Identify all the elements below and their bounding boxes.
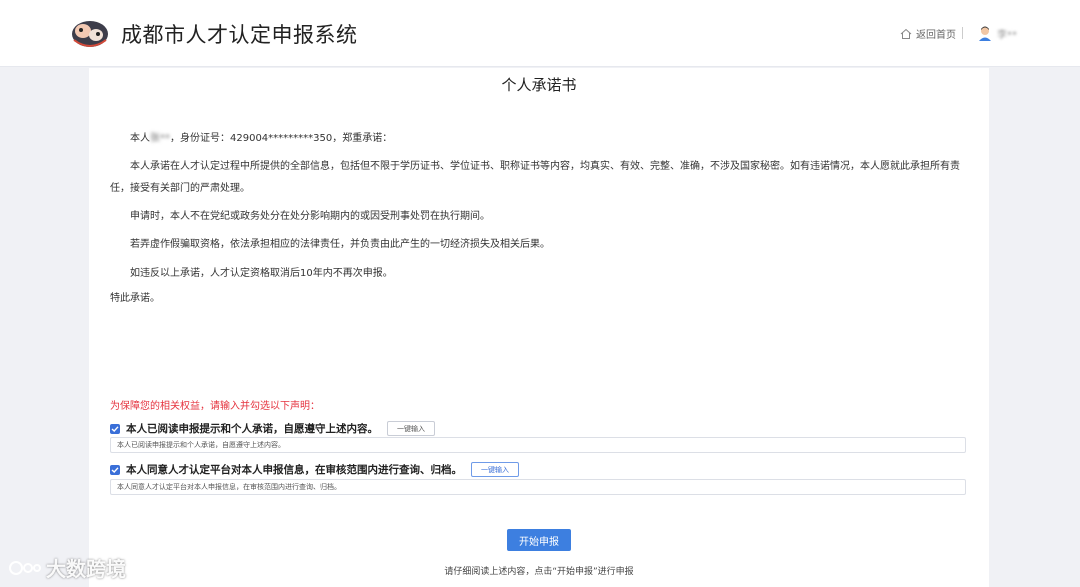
declaration-label-1: 本人已阅读申报提示和个人承诺，自愿遵守上述内容。 [126, 423, 378, 435]
username[interactable]: 李** [997, 26, 1017, 41]
document-title: 个人承诺书 [501, 76, 577, 94]
start-hint: 请仔细阅读上述内容，点击“开始申报”进行申报 [444, 567, 634, 577]
declaration-label-2: 本人同意人才认定平台对本人申报信息，在审核范围内进行查询、归档。 [126, 464, 462, 476]
id-number-text: ，身份证号：429004*********350，郑重承诺： [170, 133, 393, 144]
user-avatar-icon[interactable] [977, 25, 993, 41]
top-header: 成都市人才认定申报系统 返回首页 李** [0, 0, 1080, 67]
check-icon [111, 425, 119, 432]
closing-text: 特此承诺。 [110, 293, 160, 304]
declaration-checkbox-1[interactable] [110, 423, 120, 434]
watermark: 大数跨境 [8, 553, 126, 582]
masked-name: 张** [150, 133, 170, 144]
home-link[interactable]: 返回首页 [900, 26, 956, 41]
site-logo [72, 21, 108, 47]
commitment-paragraph-2: 申请时，本人不在党纪或政务处分在处分影响期内的或因受刑事处罚在执行期间。 [130, 211, 490, 222]
declaration-notice: 为保障您的相关权益，请输入并勾选以下声明： [110, 401, 320, 412]
one-click-fill-button-2[interactable]: 一键输入 [471, 462, 519, 477]
header-divider [962, 27, 963, 39]
site-title: 成都市人才认定申报系统 [121, 23, 358, 47]
watermark-text: 大数跨境 [46, 557, 126, 581]
name-prefix: 本人 [130, 133, 150, 144]
one-click-fill-button-1[interactable]: 一键输入 [387, 421, 435, 436]
commitment-paragraph-3: 若弄虚作假骗取资格，依法承担相应的法律责任，并负责由此产生的一切经济损失及相关后… [130, 239, 550, 250]
watermark-logo-icon [9, 560, 41, 575]
commitment-paragraph-1: 本人承诺在人才认定过程中所提供的全部信息，包括但不限于学历证书、学位证书、职称证… [110, 161, 960, 194]
home-icon [900, 28, 912, 39]
commitment-paragraph-4: 如违反以上承诺，人才认定资格取消后10年内不再次申报。 [130, 268, 393, 279]
declaration-input-2[interactable]: 本人同意人才认定平台对本人申报信息，在审核范围内进行查询、归档。 [110, 479, 966, 495]
declaration-input-1[interactable]: 本人已阅读申报提示和个人承诺，自愿遵守上述内容。 [110, 437, 966, 453]
commitment-card: 个人承诺书 本人张**，身份证号：429004*********350，郑重承诺… [89, 68, 989, 587]
start-application-button[interactable]: 开始申报 [507, 529, 571, 551]
declaration-row-2: 本人同意人才认定平台对本人申报信息，在审核范围内进行查询、归档。 一键输入 [110, 462, 519, 477]
home-link-label: 返回首页 [916, 30, 956, 41]
id-statement: 本人张**，身份证号：429004*********350，郑重承诺： [110, 128, 970, 150]
declaration-row-1: 本人已阅读申报提示和个人承诺，自愿遵守上述内容。 一键输入 [110, 421, 435, 436]
declaration-checkbox-2[interactable] [110, 464, 120, 475]
check-icon [111, 466, 119, 473]
